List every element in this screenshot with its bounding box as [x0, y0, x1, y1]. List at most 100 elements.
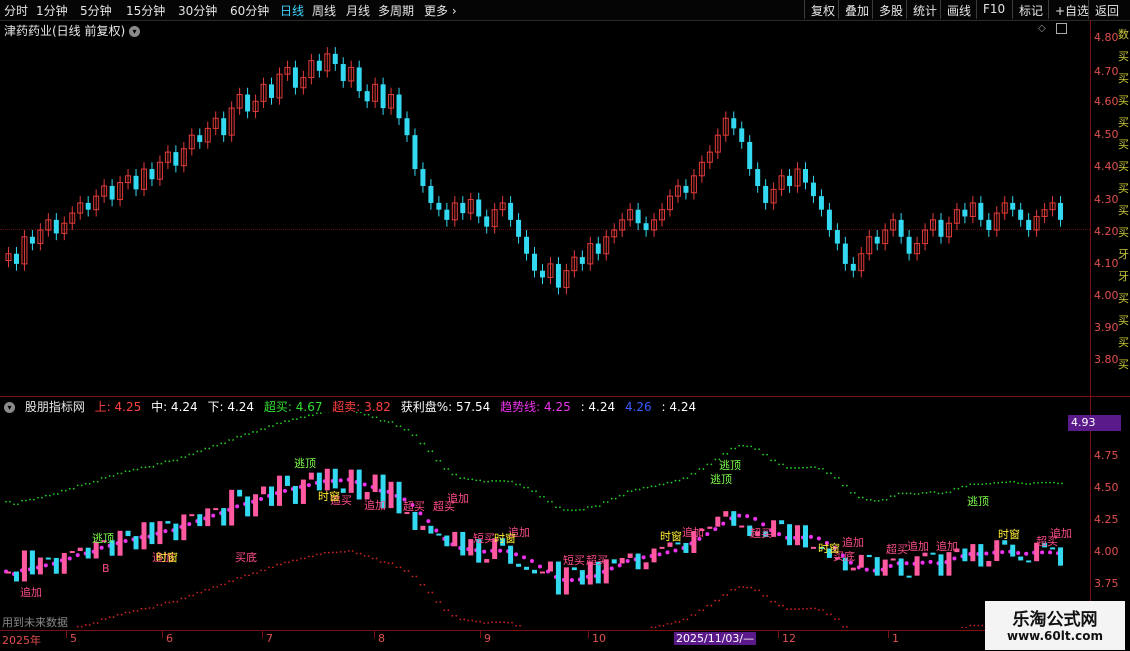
upper-band-dot [404, 429, 406, 431]
period-tab-fenshi[interactable]: 分时 [4, 2, 28, 19]
upper-band-dot [942, 493, 944, 495]
upper-band-dot [1001, 481, 1003, 483]
upper-band-dot [256, 431, 258, 433]
lower-band-dot [268, 566, 270, 568]
upper-band-dot [814, 466, 816, 468]
upper-band-dot [420, 443, 422, 445]
period-tab-more[interactable]: 更多 › [424, 2, 457, 19]
trend-dot [984, 552, 988, 556]
upper-band-dot [244, 433, 246, 435]
upper-band-dot [958, 488, 960, 490]
lower-band-dot [408, 570, 410, 572]
price-tick: 4.00 [1094, 289, 1119, 302]
fuquan-button[interactable]: 复权 [804, 0, 841, 19]
upper-band-dot [196, 450, 198, 452]
upper-band-dot [730, 448, 732, 450]
lower-band-dot [977, 625, 979, 627]
indicator-bar [580, 570, 585, 584]
indicator-bar [548, 562, 553, 572]
back-button[interactable]: 返回 [1088, 0, 1125, 19]
period-tab-5min[interactable]: 5分钟 [80, 2, 112, 19]
stats-button[interactable]: 统计 [906, 0, 943, 19]
lower-band-dot [503, 621, 505, 623]
indicator-bar [524, 567, 529, 570]
lower-band-dot [770, 601, 772, 603]
lower-band-dot [280, 564, 282, 566]
trend-dot [673, 548, 677, 552]
period-tab-monthly[interactable]: 月线 [346, 2, 370, 19]
upper-band-dot [264, 428, 266, 430]
upper-band-dot [487, 481, 489, 483]
signal-shichuang: 时窗 [318, 488, 340, 504]
price-tick: 4.40 [1094, 160, 1119, 173]
upper-band-dot [714, 458, 716, 460]
trend-dot [626, 559, 630, 563]
upper-band-dot [172, 460, 174, 462]
trend-dot [538, 565, 542, 569]
indicator-bar [556, 562, 561, 595]
upper-band-dot [216, 445, 218, 447]
period-tab-1min[interactable]: 1分钟 [36, 2, 68, 19]
candle-body [763, 186, 768, 203]
lower-band-dot [324, 552, 326, 554]
candle-body [580, 257, 585, 264]
upper-band-dot [364, 414, 366, 416]
upper-band-dot [1029, 483, 1031, 485]
upper-band-dot [523, 487, 525, 489]
upper-band-dot [392, 421, 394, 423]
period-tab-60min[interactable]: 60分钟 [230, 2, 269, 19]
trend-dot [1040, 550, 1044, 554]
indicator-chart [0, 412, 1090, 628]
mark-button[interactable]: 标记 [1012, 0, 1049, 19]
upper-band-dot [734, 448, 736, 450]
trend-dot [952, 556, 956, 560]
lower-band-dot [188, 595, 190, 597]
lower-band-dot [192, 595, 194, 597]
watermark-title: 乐淘公式网 [985, 605, 1125, 630]
lower-band-dot [834, 618, 836, 620]
candle-body [508, 203, 513, 220]
indicator-bar [628, 554, 633, 558]
period-tab-30min[interactable]: 30分钟 [178, 2, 217, 19]
lower-band-dot [153, 607, 155, 609]
upper-band-dot [296, 418, 298, 420]
period-tab-weekly[interactable]: 周线 [312, 2, 336, 19]
signal-taoding: 逃顶 [710, 471, 732, 487]
period-tab-multi[interactable]: 多周期 [378, 2, 414, 19]
candle-body [811, 183, 816, 197]
upper-band-dot [33, 499, 35, 501]
upper-band-dot [838, 477, 840, 479]
draw-line-button[interactable]: 画线 [940, 0, 977, 19]
candle-body [365, 91, 370, 101]
period-tab-15min[interactable]: 15分钟 [126, 2, 165, 19]
indicator-bar [931, 553, 936, 555]
upper-band-dot [161, 463, 163, 465]
overlay-button[interactable]: 叠加 [838, 0, 875, 19]
indicator-bar [309, 473, 314, 480]
period-tab-daily[interactable]: 日线 [280, 2, 304, 19]
indicator-bar [277, 476, 282, 506]
signal-taoding: 逃顶 [294, 455, 316, 471]
upper-band-dot [878, 500, 880, 502]
signal-shichuang: 时窗 [818, 540, 840, 556]
lower-band-dot [499, 621, 501, 623]
multi-stock-button[interactable]: 多股 [872, 0, 909, 19]
lower-band-dot [435, 601, 437, 603]
upper-band-dot [459, 477, 461, 479]
upper-band-dot [894, 495, 896, 497]
candle-body [110, 186, 115, 200]
upper-band-dot [850, 492, 852, 494]
indicator-bar [62, 553, 67, 574]
f10-button[interactable]: F10 [976, 0, 1011, 19]
indicator-bar [946, 552, 951, 576]
time-label: 10 [592, 632, 606, 645]
signal-zhuijia: 追加 [1050, 525, 1072, 541]
lower-band-dot [691, 614, 693, 616]
upper-band-dot [926, 492, 928, 494]
lower-band-dot [790, 608, 792, 610]
upper-band-dot [85, 483, 87, 485]
lower-band-dot [196, 592, 198, 594]
indicator-bar [357, 470, 362, 500]
upper-band-dot [29, 499, 31, 501]
upper-band-dot [176, 460, 178, 462]
